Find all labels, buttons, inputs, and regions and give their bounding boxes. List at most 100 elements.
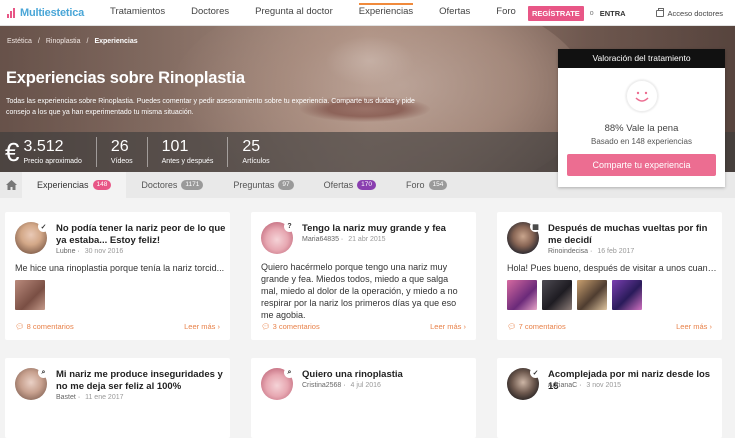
card-author: AdrianaC: [548, 382, 578, 389]
doctors-access-link[interactable]: Acceso doctores: [655, 7, 723, 18]
rating-percent: 88% Vale la pena: [604, 123, 679, 134]
read-more-link[interactable]: Leer más ›: [676, 322, 712, 331]
card-title[interactable]: Acomplejada por mi nariz desde los 15: [548, 369, 718, 393]
card-excerpt: Me hice una rinoplastia porque tenía la …: [15, 263, 225, 273]
stat-before-after[interactable]: 101 Antes y después: [146, 137, 228, 167]
card-footer: 💬︎ 7 comentarios Leer más ›: [507, 322, 712, 331]
card-meta: Maria64835 · 21 abr 2015: [302, 236, 386, 243]
logo-icon: [7, 7, 17, 18]
stat-videos[interactable]: 26 Vídeos: [95, 137, 147, 167]
experience-card[interactable]: ✓ No podía tener la nariz peor de lo que…: [5, 212, 230, 340]
stat-articles[interactable]: 25 Artículos: [227, 137, 283, 167]
tab-count-badge: 148: [92, 180, 112, 190]
meta-separator: ·: [590, 248, 595, 255]
nav-pregunta-al-doctor[interactable]: Pregunta al doctor: [242, 0, 346, 26]
comments-count: 7 comentarios: [518, 322, 566, 331]
share-experience-button[interactable]: Comparte tu experiencia: [567, 154, 716, 176]
nav-experiencias[interactable]: Experiencias: [346, 0, 426, 26]
photo-thumbnail[interactable]: [577, 280, 607, 310]
page-description: Todas las experiencias sobre Rinoplastia…: [6, 98, 415, 116]
card-author: Lubne: [56, 248, 76, 255]
breadcrumb-estetica[interactable]: Estética: [7, 38, 32, 45]
nav-ofertas[interactable]: Ofertas: [426, 0, 483, 26]
photo-thumbnail[interactable]: [507, 280, 537, 310]
logo-text: Multiestetica: [20, 6, 85, 19]
stat-before-after-value: 101: [161, 138, 189, 155]
nav-foro[interactable]: Foro: [483, 0, 529, 26]
question-icon: ?: [284, 221, 295, 232]
meta-separator: ·: [77, 394, 83, 401]
tab-doctores[interactable]: Doctores 1171: [126, 172, 218, 198]
card-footer: 💬︎ 3 comentarios Leer más ›: [261, 322, 466, 331]
comment-icon: 💬︎: [507, 322, 517, 331]
nav-tratamientos[interactable]: Tratamientos: [97, 0, 178, 26]
meta-separator: ·: [77, 248, 82, 255]
breadcrumb-rinoplastia[interactable]: Rinoplastia: [46, 38, 81, 45]
experience-card[interactable]: ⌕ Quiero una rinoplastia Cristina2568 · …: [251, 358, 476, 438]
nav-doctores[interactable]: Doctores: [178, 0, 242, 26]
comments-link[interactable]: 💬︎ 8 comentarios: [15, 322, 74, 331]
register-button[interactable]: REGÍSTRATE: [528, 5, 584, 21]
card-title[interactable]: Después de muchas vueltas por fin me dec…: [548, 223, 718, 247]
tab-ofertas[interactable]: Ofertas 170: [309, 172, 391, 198]
comments-link[interactable]: 💬︎ 3 comentarios: [261, 322, 320, 331]
tab-label: Preguntas: [233, 180, 275, 190]
photo-thumbnail[interactable]: [15, 280, 45, 310]
home-icon: [5, 180, 17, 190]
card-excerpt: Quiero hacérmelo porque tengo una nariz …: [261, 262, 458, 320]
stat-videos-value: 26: [110, 138, 129, 155]
check-icon: ✓: [38, 221, 49, 232]
comments-link[interactable]: 💬︎ 7 comentarios: [507, 322, 566, 331]
card-title[interactable]: Tengo la nariz muy grande y fea: [302, 223, 472, 235]
stat-articles-label: Artículos: [242, 158, 270, 165]
read-more-label: Leer más: [676, 322, 708, 331]
card-photos: [507, 280, 642, 310]
read-more-label: Leer más: [430, 322, 462, 331]
experience-card[interactable]: ? Tengo la nariz muy grande y fea Maria6…: [251, 212, 476, 340]
experience-card[interactable]: ▦ Después de muchas vueltas por fin me d…: [497, 212, 722, 340]
comments-count: 3 comentarios: [272, 322, 320, 331]
stat-price-value: 3.512: [23, 138, 64, 155]
stat-before-after-label: Antes y después: [161, 158, 214, 165]
tab-count-badge: 1171: [181, 180, 204, 190]
logo[interactable]: Multiestetica: [7, 7, 97, 19]
read-more-link[interactable]: Leer más ›: [430, 322, 466, 331]
card-author: Cristina2568: [302, 382, 342, 389]
chevron-right-icon: ›: [709, 322, 713, 331]
read-more-link[interactable]: Leer más ›: [184, 322, 220, 331]
meta-separator: ·: [343, 382, 348, 389]
tab-count-badge: 97: [278, 180, 294, 190]
stat-price-label: Precio aproximado: [23, 158, 82, 165]
photo-thumbnail[interactable]: [542, 280, 572, 310]
card-title[interactable]: Quiero una rinoplastia: [302, 369, 472, 381]
search-icon: ⌕: [284, 367, 295, 378]
card-excerpt: Hola! Pues bueno, después de visitar a u…: [507, 263, 717, 273]
card-date: 3 nov 2015: [586, 382, 622, 389]
rating-title: Valoración del tratamiento: [558, 49, 725, 68]
experience-card[interactable]: ✓ Acomplejada por mi nariz desde los 15 …: [497, 358, 722, 438]
tab-label: Foro: [406, 180, 425, 190]
card-title[interactable]: No podía tener la nariz peor de lo que y…: [56, 223, 226, 247]
login-link[interactable]: ENTRA: [600, 9, 626, 18]
card-title[interactable]: Mi nariz me produce inseguridades y no m…: [56, 369, 226, 393]
card-footer: 💬︎ 8 comentarios Leer más ›: [15, 322, 220, 331]
experience-card[interactable]: ⌕ Mi nariz me produce inseguridades y no…: [5, 358, 230, 438]
tab-experiencias[interactable]: Experiencias 148: [22, 172, 127, 198]
euro-icon: €: [5, 137, 20, 167]
tab-foro[interactable]: Foro 154: [391, 172, 462, 198]
card-date: 11 ene 2017: [85, 394, 124, 401]
stat-videos-label: Vídeos: [110, 158, 133, 165]
main-nav: Tratamientos Doctores Pregunta al doctor…: [97, 0, 529, 26]
breadcrumb-current: Experiencias: [94, 38, 138, 45]
card-meta: Rinoindecisa · 16 feb 2017: [548, 248, 634, 255]
meta-separator: ·: [579, 382, 584, 389]
home-tab[interactable]: [0, 172, 22, 198]
card-meta: Cristina2568 · 4 jul 2016: [302, 382, 381, 389]
tab-label: Experiencias: [37, 180, 89, 190]
photo-thumbnail[interactable]: [612, 280, 642, 310]
card-author: Maria64835: [302, 236, 339, 243]
card-meta: Bastet · 11 ene 2017: [56, 394, 124, 401]
tab-preguntas[interactable]: Preguntas 97: [218, 172, 308, 198]
card-date: 21 abr 2015: [348, 236, 386, 243]
briefcase-icon: [655, 7, 664, 17]
